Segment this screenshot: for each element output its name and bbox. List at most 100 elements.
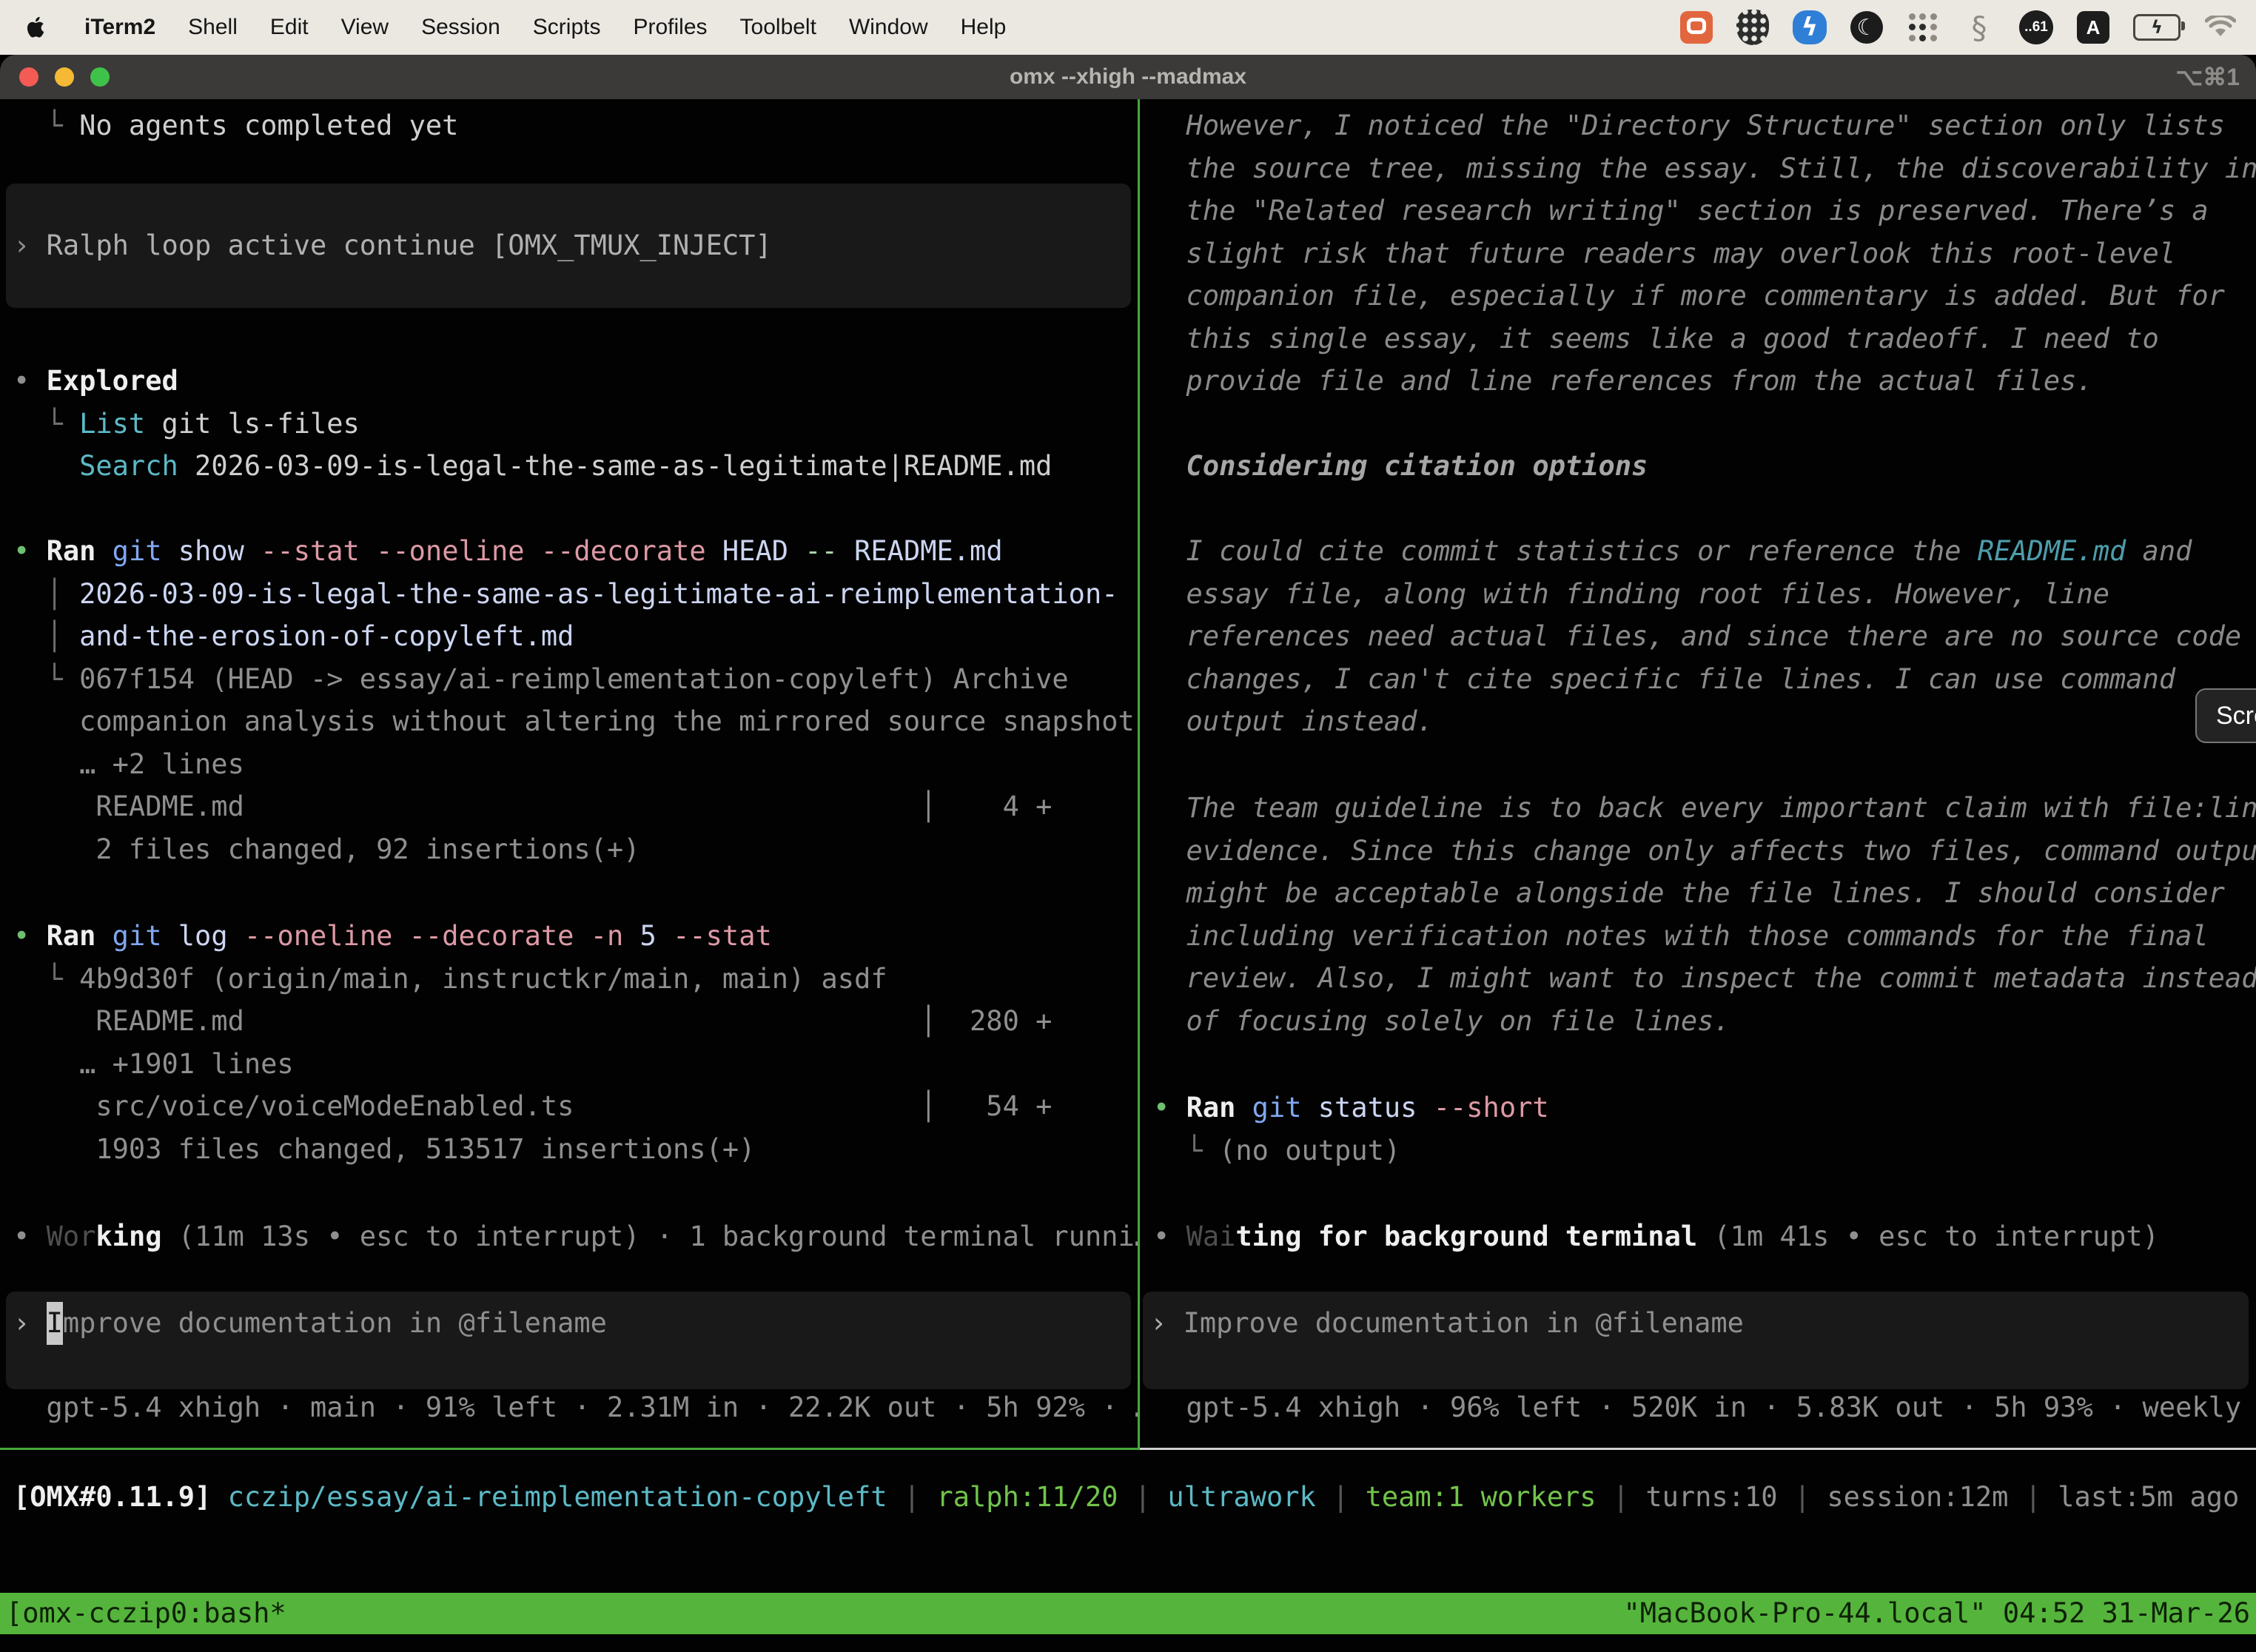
menu-item-shell[interactable]: Shell	[188, 15, 238, 40]
omx-status-segment: |	[1118, 1481, 1168, 1513]
battery-charging-icon[interactable]: ϟ	[2133, 14, 2181, 41]
thinking-heading: Considering citation options	[1153, 445, 2256, 488]
terminal-line: references need actual files, and since …	[1153, 615, 2256, 658]
prompt-input[interactable]: › Improve documentation in @filename	[6, 1292, 1131, 1389]
omx-status-segment: [OMX#0.11.9]	[13, 1481, 211, 1513]
terminal-line: However, I noticed the "Directory Struct…	[1153, 104, 2256, 147]
omx-status-segment: ultrawork	[1167, 1481, 1315, 1513]
terminal-line: README.md │ 4 +	[13, 785, 1138, 828]
explored-section: • Explored └ List git ls-files Search 20…	[13, 360, 1138, 488]
terminal-line: › Improve documentation in @filename	[1150, 1302, 2249, 1345]
terminal-line: companion analysis without altering the …	[13, 700, 1138, 743]
terminal-line: gpt-5.4 xhigh · 96% left · 520K in · 5.8…	[1153, 1386, 2256, 1429]
minimize-button[interactable]	[55, 67, 74, 87]
terminal-line: gpt-5.4 xhigh · main · 91% left · 2.31M …	[13, 1386, 1138, 1429]
omx-status-segment: |	[2008, 1481, 2058, 1513]
terminal-line: • Ran git show --stat --oneline --decora…	[13, 530, 1138, 573]
terminal-line: │ and-the-erosion-of-copyleft.md	[13, 615, 1138, 658]
screen: iTerm2 Shell Edit View Session Scripts Profil…	[0, 0, 2256, 1652]
menu-item-help[interactable]: Help	[961, 15, 1007, 40]
terminal-line: output instead.	[1153, 700, 2256, 743]
lightning-badge-icon[interactable]: ϟ	[1793, 10, 1827, 44]
omx-status-segment: |	[1597, 1481, 1646, 1513]
chat-bubble-icon[interactable]	[1680, 11, 1713, 44]
terminal-line: the "Related research writing" section i…	[1153, 189, 2256, 232]
ran-git-status-section: • Ran git status --short └ (no output)	[1153, 1087, 2256, 1172]
thinking-paragraph: The team guideline is to back every impo…	[1153, 787, 2256, 1042]
menu-item-session[interactable]: Session	[421, 15, 500, 40]
pane-border-inactive	[1140, 1448, 2256, 1450]
omx-status-segment: |	[1316, 1481, 1366, 1513]
moon-circle-icon[interactable]: ☾	[1850, 11, 1883, 44]
badge-61-icon[interactable]: ..61	[2019, 10, 2053, 44]
terminal-line: evidence. Since this change only affects…	[1153, 830, 2256, 873]
terminal-line: • Ran git log --oneline --decorate -n 5 …	[13, 915, 1138, 958]
omx-status-segment: turns:10	[1645, 1481, 1777, 1513]
terminal-line: › Improve documentation in @filename	[13, 1302, 1131, 1345]
terminal-line: • Explored	[13, 360, 1138, 403]
terminal-line: Considering citation options	[1153, 445, 2256, 488]
menu-items: Shell Edit View Session Scripts Profiles Toolb…	[188, 15, 1006, 40]
menu-item-view[interactable]: View	[341, 15, 389, 40]
session-status-line: gpt-5.4 xhigh · 96% left · 520K in · 5.8…	[1153, 1386, 2256, 1429]
terminal-pane-right[interactable]: However, I noticed the "Directory Struct…	[1140, 99, 2256, 1448]
terminal-line: might be acceptable alongside the file l…	[1153, 872, 2256, 915]
terminal-line: … +1901 lines	[13, 1043, 1138, 1086]
terminal-line: └ List git ls-files	[13, 403, 1138, 446]
tmux-status-bar: [omx-cczip0:bash* "MacBook-Pro-44.local"…	[0, 1593, 2256, 1634]
terminal-line: └ No agents completed yet	[13, 104, 1138, 147]
terminal-line: › Ralph loop active continue [OMX_TMUX_I…	[13, 224, 1131, 267]
terminal-line: • Ran git status --short	[1153, 1087, 2256, 1129]
terminal-line: └ 067f154 (HEAD -> essay/ai-reimplementa…	[13, 658, 1138, 701]
menu-item-profiles[interactable]: Profiles	[633, 15, 707, 40]
window-shortcut-badge: ⌥⌘1	[2175, 63, 2240, 91]
shield-keypad-icon[interactable]	[1736, 10, 1769, 45]
close-button[interactable]	[19, 67, 38, 87]
omx-status-segment: team:1 workers	[1366, 1481, 1597, 1513]
terminal-line: I could cite commit statistics or refere…	[1153, 530, 2256, 573]
terminal-line: • Working (11m 13s • esc to interrupt) ·…	[13, 1215, 1138, 1258]
terminal-line: └ 4b9d30f (origin/main, instructkr/main,…	[13, 958, 1138, 1001]
prompt-input[interactable]: › Improve documentation in @filename	[1143, 1292, 2249, 1389]
wifi-icon[interactable]	[2204, 10, 2237, 45]
traffic-lights	[19, 67, 110, 87]
agents-summary: └ No agents completed yet	[13, 104, 1138, 147]
thinking-paragraph: However, I noticed the "Directory Struct…	[1153, 104, 2256, 403]
terminal-line: 2 files changed, 92 insertions(+)	[13, 828, 1138, 871]
terminal-line: this single essay, it seems like a good …	[1153, 318, 2256, 360]
terminal-line: … +2 lines	[13, 743, 1138, 786]
pane-border-active	[0, 1448, 1138, 1450]
ran-git-show-section: • Ran git show --stat --oneline --decora…	[13, 530, 1138, 870]
menu-item-window[interactable]: Window	[849, 15, 928, 40]
working-spinner-line: • Working (11m 13s • esc to interrupt) ·…	[13, 1215, 1138, 1258]
terminal-line: changes, I can't cite specific file line…	[1153, 658, 2256, 701]
terminal-line: essay file, along with finding root file…	[1153, 573, 2256, 616]
zoom-button[interactable]	[90, 67, 110, 87]
screen-share-overlay[interactable]: Scre	[2195, 688, 2256, 743]
menu-item-edit[interactable]: Edit	[270, 15, 309, 40]
omx-status-segment: ralph:11/20	[936, 1481, 1118, 1513]
menu-bar-status-icons: ϟ ☾ § ..61 A ϟ	[1680, 10, 2237, 45]
omx-status-segment: |	[887, 1481, 937, 1513]
waiting-spinner-line: • Waiting for background terminal (1m 41…	[1153, 1215, 2256, 1258]
dots-grid-icon[interactable]	[1907, 11, 1939, 44]
terminal-line: └ (no output)	[1153, 1129, 2256, 1172]
menu-item-scripts[interactable]: Scripts	[533, 15, 601, 40]
terminal-pane-left[interactable]: └ No agents completed yet › Ralph loop ac…	[0, 99, 1138, 1448]
menu-item-toolbelt[interactable]: Toolbelt	[740, 15, 816, 40]
terminal-line: the source tree, missing the essay. Stil…	[1153, 147, 2256, 190]
omx-status-segment	[211, 1481, 227, 1513]
menu-app-name[interactable]: iTerm2	[84, 15, 155, 40]
window-title-bar: omx --xhigh --madmax ⌥⌘1	[0, 55, 2256, 99]
squiggle-icon[interactable]: §	[1963, 10, 1995, 45]
terminal-line: • Waiting for background terminal (1m 41…	[1153, 1215, 2256, 1258]
pane-divider-vertical[interactable]	[1138, 99, 1140, 1450]
apple-menu-icon[interactable]	[19, 10, 52, 45]
session-status-line: gpt-5.4 xhigh · main · 91% left · 2.31M …	[13, 1386, 1138, 1429]
omx-status-segment: session:12m	[1827, 1481, 2008, 1513]
keyboard-a-icon[interactable]: A	[2077, 11, 2109, 44]
terminal-line: including verification notes with those …	[1153, 915, 2256, 958]
tmux-session-label: [omx-cczip0:bash*	[6, 1593, 286, 1634]
window-title: omx --xhigh --madmax	[1010, 64, 1246, 90]
tmux-host-clock: "MacBook-Pro-44.local" 04:52 31-Mar-26	[1624, 1593, 2250, 1634]
